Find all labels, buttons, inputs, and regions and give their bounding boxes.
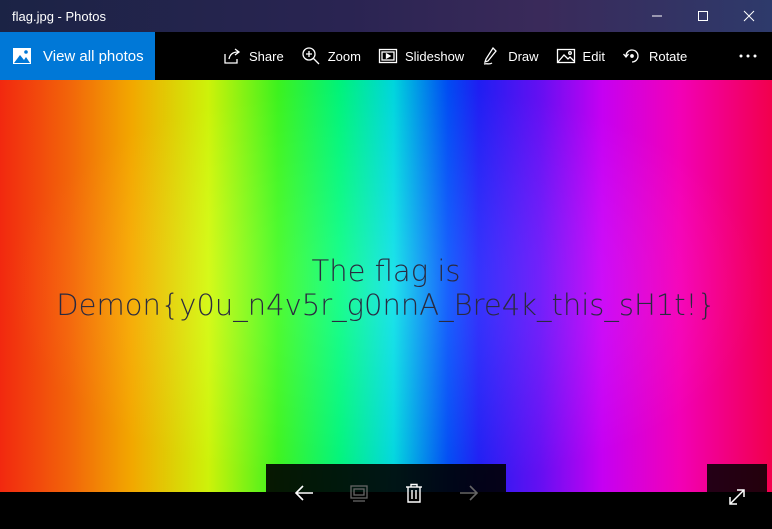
photo-controls bbox=[266, 464, 506, 529]
minimize-icon bbox=[652, 15, 662, 17]
zoom-label: Zoom bbox=[327, 48, 361, 64]
slideshow-button[interactable]: Slideshow bbox=[378, 32, 464, 80]
edit-photo-icon bbox=[556, 48, 575, 64]
edit-label: Edit bbox=[582, 48, 605, 64]
window-title: flag.jpg - Photos bbox=[12, 8, 106, 24]
window-controls bbox=[634, 0, 772, 32]
rotate-icon bbox=[622, 49, 639, 63]
photos-icon bbox=[13, 48, 31, 64]
delete-icon[interactable] bbox=[403, 482, 425, 504]
image-text-line-1: The flag is bbox=[311, 254, 461, 288]
slideshow-icon bbox=[378, 48, 398, 64]
maximize-button[interactable] bbox=[680, 0, 726, 32]
back-arrow-icon[interactable] bbox=[293, 482, 315, 504]
zoom-icon bbox=[302, 47, 320, 65]
view-all-photos-label: View all photos bbox=[43, 47, 144, 65]
app-toolbar: View all photos Share Zoom Slideshow Dra… bbox=[0, 32, 772, 80]
photo-viewer[interactable]: The flag is Demon{y0u_n4v5r_g0nnA_Bre4k_… bbox=[0, 80, 772, 492]
close-button[interactable] bbox=[726, 0, 772, 32]
fullscreen-button[interactable] bbox=[707, 464, 767, 529]
slideshow-label: Slideshow bbox=[404, 48, 465, 64]
forward-arrow-icon[interactable] bbox=[458, 482, 480, 504]
more-icon bbox=[739, 54, 757, 58]
draw-button[interactable]: Draw bbox=[481, 32, 539, 80]
title-bar: flag.jpg - Photos bbox=[0, 0, 772, 32]
image-text: The flag is Demon{y0u_n4v5r_g0nnA_Bre4k_… bbox=[0, 254, 772, 322]
edit-button[interactable]: Edit bbox=[556, 32, 605, 80]
view-all-photos-button[interactable]: View all photos bbox=[0, 32, 155, 80]
expand-icon bbox=[729, 488, 745, 505]
toolbar-actions: Share Zoom Slideshow Draw Edit Rotate bbox=[222, 32, 704, 80]
rotate-label: Rotate bbox=[648, 48, 688, 64]
image-text-line-2: Demon{y0u_n4v5r_g0nnA_Bre4k_this_sH1t!} bbox=[56, 288, 716, 322]
draw-label: Draw bbox=[508, 48, 539, 64]
minimize-button[interactable] bbox=[634, 0, 680, 32]
share-icon bbox=[224, 48, 241, 64]
zoom-button[interactable]: Zoom bbox=[301, 32, 361, 80]
more-options-button[interactable] bbox=[738, 32, 758, 80]
share-label: Share bbox=[249, 48, 284, 64]
add-to-album-icon[interactable] bbox=[348, 482, 370, 504]
close-icon bbox=[743, 10, 755, 22]
pen-icon bbox=[483, 46, 498, 65]
share-button[interactable]: Share bbox=[222, 32, 284, 80]
rotate-button[interactable]: Rotate bbox=[622, 32, 687, 80]
maximize-icon bbox=[698, 11, 708, 21]
